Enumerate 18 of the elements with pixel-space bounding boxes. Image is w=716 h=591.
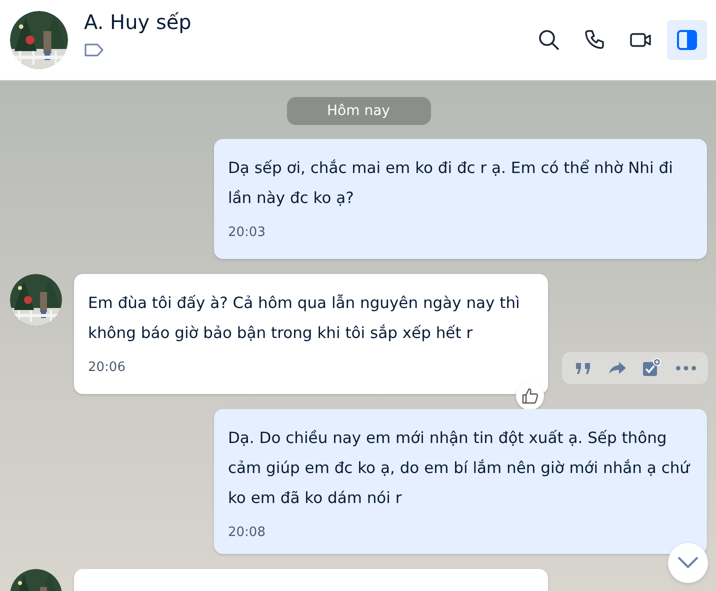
contact-name: A. Huy sếp: [84, 10, 192, 34]
side-panel-icon: [675, 28, 699, 52]
side-panel-button[interactable]: [667, 20, 707, 60]
date-divider: Hôm nay: [286, 97, 430, 125]
phone-icon: [583, 28, 607, 52]
checkbox-add-icon: [642, 358, 662, 378]
chevron-down-icon: [677, 556, 699, 570]
more-icon: [676, 366, 696, 370]
thumbs-up-icon: [521, 387, 539, 405]
message-time: 20:03: [228, 225, 266, 240]
message-text: Em đùa tôi đấy à? Cả hôm qua lẫn nguyên ngày nay thì không báo giờ bảo bận trong khi tôi sắp xếp hết r: [88, 293, 521, 344]
tag-icon: [84, 42, 104, 56]
search-icon: [537, 28, 561, 52]
message-text: Dạ sếp ơi, chắc mai em ko đi đc r ạ. Em có thể nhờ Nhi đi lần này đc ko ạ?: [228, 158, 674, 209]
message-text: Dạ. Do chiều nay em mới nhận tin đột xuất ạ. Sếp thông cảm giúp em đc ko ạ, do em bí lắm nên giờ mới nhắn ạ chứ ko em đã ko dám nói r: [228, 428, 692, 509]
like-button[interactable]: [516, 382, 544, 410]
message-time: 20:06: [88, 360, 126, 375]
message-time: 20:08: [228, 525, 266, 540]
